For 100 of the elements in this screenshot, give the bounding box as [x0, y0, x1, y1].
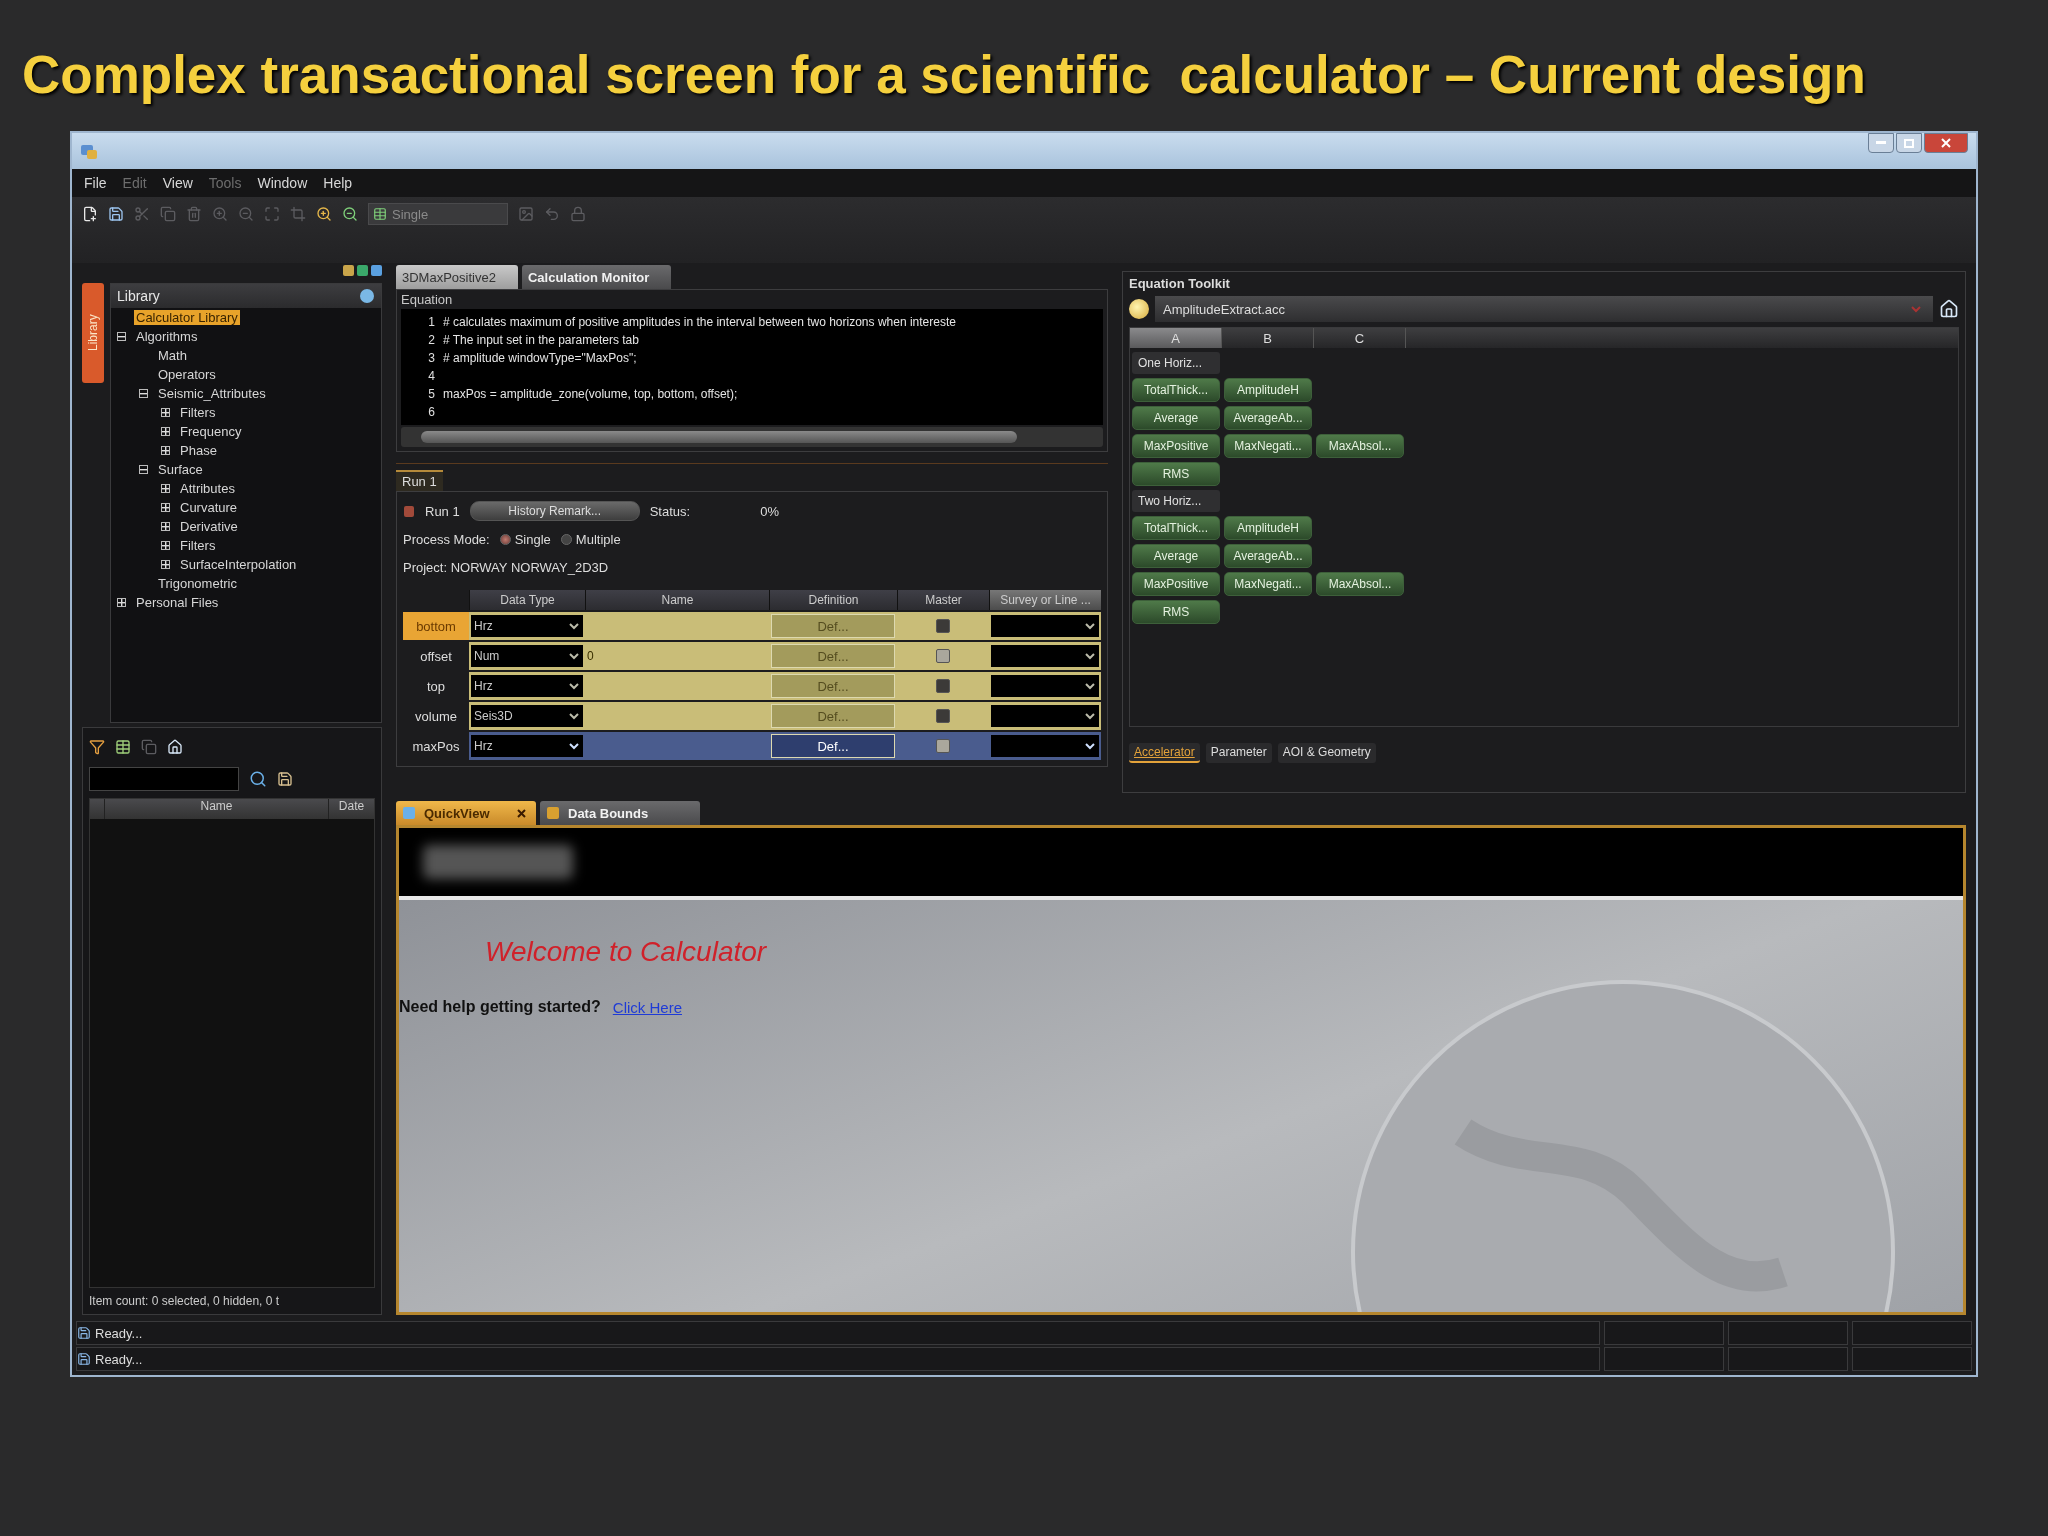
- run-tab[interactable]: Run 1: [396, 470, 443, 491]
- function-button[interactable]: AmplitudeH: [1224, 516, 1312, 540]
- expand-icon[interactable]: [161, 503, 170, 512]
- function-button[interactable]: TotalThick...: [1132, 378, 1220, 402]
- new-file-icon[interactable]: [82, 206, 98, 222]
- caret-icon[interactable]: [1085, 622, 1095, 630]
- master-checkbox[interactable]: [936, 709, 950, 723]
- document-tab[interactable]: 3DMaxPositive2: [396, 265, 518, 289]
- close-button[interactable]: [1924, 133, 1968, 153]
- name-cell[interactable]: [585, 672, 769, 700]
- search-icon[interactable]: [249, 770, 267, 788]
- function-button[interactable]: AmplitudeH: [1224, 378, 1312, 402]
- toolkit-tab[interactable]: AOI & Geometry: [1277, 743, 1376, 763]
- function-button[interactable]: Average: [1132, 406, 1220, 430]
- zoom-out-icon[interactable]: [342, 206, 358, 222]
- function-button[interactable]: Average: [1132, 544, 1220, 568]
- caret-icon[interactable]: [569, 622, 579, 630]
- column-header[interactable]: Date: [328, 799, 374, 819]
- row-label[interactable]: maxPos: [403, 732, 469, 760]
- master-checkbox[interactable]: [936, 679, 950, 693]
- close-icon[interactable]: [517, 808, 526, 818]
- tree-item[interactable]: Surface: [156, 462, 205, 477]
- function-button[interactable]: AverageAb...: [1224, 544, 1312, 568]
- name-cell[interactable]: [585, 732, 769, 760]
- tree-item[interactable]: Phase: [178, 443, 219, 458]
- data-type-select[interactable]: Hrz: [471, 735, 583, 757]
- function-button[interactable]: TotalThick...: [1132, 516, 1220, 540]
- expand-icon[interactable]: [117, 598, 126, 607]
- master-checkbox[interactable]: [936, 619, 950, 633]
- toolkit-tab[interactable]: Parameter: [1205, 743, 1272, 763]
- panel-icon[interactable]: [343, 265, 354, 276]
- help-icon[interactable]: [359, 288, 375, 304]
- expand-icon[interactable]: [161, 408, 170, 417]
- tree-item[interactable]: Math: [156, 348, 189, 363]
- expand-icon[interactable]: [161, 427, 170, 436]
- tree-item[interactable]: Attributes: [178, 481, 237, 496]
- caret-icon[interactable]: [1085, 682, 1095, 690]
- caret-icon[interactable]: [569, 712, 579, 720]
- menu-item[interactable]: Window: [257, 175, 308, 191]
- tree-item[interactable]: Filters: [178, 405, 218, 420]
- tree-item[interactable]: Personal Files: [134, 595, 221, 610]
- column-header[interactable]: Name: [104, 799, 328, 819]
- expand-icon[interactable]: [161, 541, 170, 550]
- scrollbar[interactable]: [401, 427, 1103, 447]
- function-button[interactable]: AverageAb...: [1224, 406, 1312, 430]
- tree-item[interactable]: Calculator Library: [134, 310, 240, 325]
- document-tab[interactable]: Calculation Monitor: [521, 265, 672, 289]
- name-cell[interactable]: [585, 612, 769, 640]
- tree-item[interactable]: Trigonometric: [156, 576, 239, 591]
- expand-icon[interactable]: [161, 560, 170, 569]
- menu-item[interactable]: View: [162, 175, 193, 191]
- function-button[interactable]: RMS: [1132, 462, 1220, 486]
- zoom-in-icon[interactable]: [316, 206, 332, 222]
- tree-item[interactable]: Algorithms: [134, 329, 200, 344]
- tree-item[interactable]: Frequency: [178, 424, 244, 439]
- tree-item[interactable]: Operators: [156, 367, 218, 382]
- home-icon[interactable]: [167, 739, 183, 755]
- row-label[interactable]: offset: [403, 642, 469, 670]
- expand-icon[interactable]: [161, 446, 170, 455]
- filter-icon[interactable]: [89, 739, 105, 755]
- data-type-select[interactable]: Hrz: [471, 615, 583, 637]
- tree-item[interactable]: Curvature: [178, 500, 240, 515]
- radio-option[interactable]: Multiple: [560, 531, 621, 547]
- function-button[interactable]: MaxNegati...: [1224, 572, 1312, 596]
- data-type-select[interactable]: Num: [471, 645, 583, 667]
- collapse-icon[interactable]: [139, 389, 148, 398]
- function-button[interactable]: MaxPositive: [1132, 572, 1220, 596]
- minimize-button[interactable]: [1868, 133, 1894, 153]
- code-editor[interactable]: [401, 309, 1103, 425]
- bulb-icon[interactable]: [1129, 299, 1149, 319]
- column-tab[interactable]: B: [1222, 328, 1314, 348]
- save-icon[interactable]: [108, 206, 124, 222]
- menu-item[interactable]: Help: [323, 175, 353, 191]
- tree-item[interactable]: Seismic_Attributes: [156, 386, 268, 401]
- tree-item[interactable]: Filters: [178, 538, 218, 553]
- data-type-select[interactable]: Seis3D: [471, 705, 583, 727]
- radio-option[interactable]: Single: [499, 531, 551, 547]
- caret-icon[interactable]: [569, 682, 579, 690]
- name-cell[interactable]: [585, 702, 769, 730]
- column-header[interactable]: Master: [897, 590, 989, 610]
- expand-icon[interactable]: [161, 484, 170, 493]
- row-label[interactable]: bottom: [403, 612, 469, 640]
- collapse-icon[interactable]: [139, 465, 148, 474]
- collapse-icon[interactable]: [117, 332, 126, 341]
- history-button[interactable]: History Remark...: [469, 501, 640, 521]
- expand-icon[interactable]: [161, 522, 170, 531]
- caret-icon[interactable]: [1085, 712, 1095, 720]
- data-type-select[interactable]: Hrz: [471, 675, 583, 697]
- function-button[interactable]: MaxAbsol...: [1316, 434, 1404, 458]
- tree-item[interactable]: SurfaceInterpolation: [178, 557, 299, 572]
- caret-icon[interactable]: [1085, 652, 1095, 660]
- toolkit-tab[interactable]: Accelerator: [1129, 743, 1200, 763]
- menu-item[interactable]: File: [84, 175, 107, 191]
- master-checkbox[interactable]: [936, 649, 950, 663]
- copy-icon[interactable]: [141, 739, 157, 755]
- caret-icon[interactable]: [569, 652, 579, 660]
- definition-button[interactable]: Def...: [771, 734, 895, 758]
- row-label[interactable]: top: [403, 672, 469, 700]
- function-button[interactable]: MaxNegati...: [1224, 434, 1312, 458]
- view-tab[interactable]: Data Bounds: [540, 801, 700, 825]
